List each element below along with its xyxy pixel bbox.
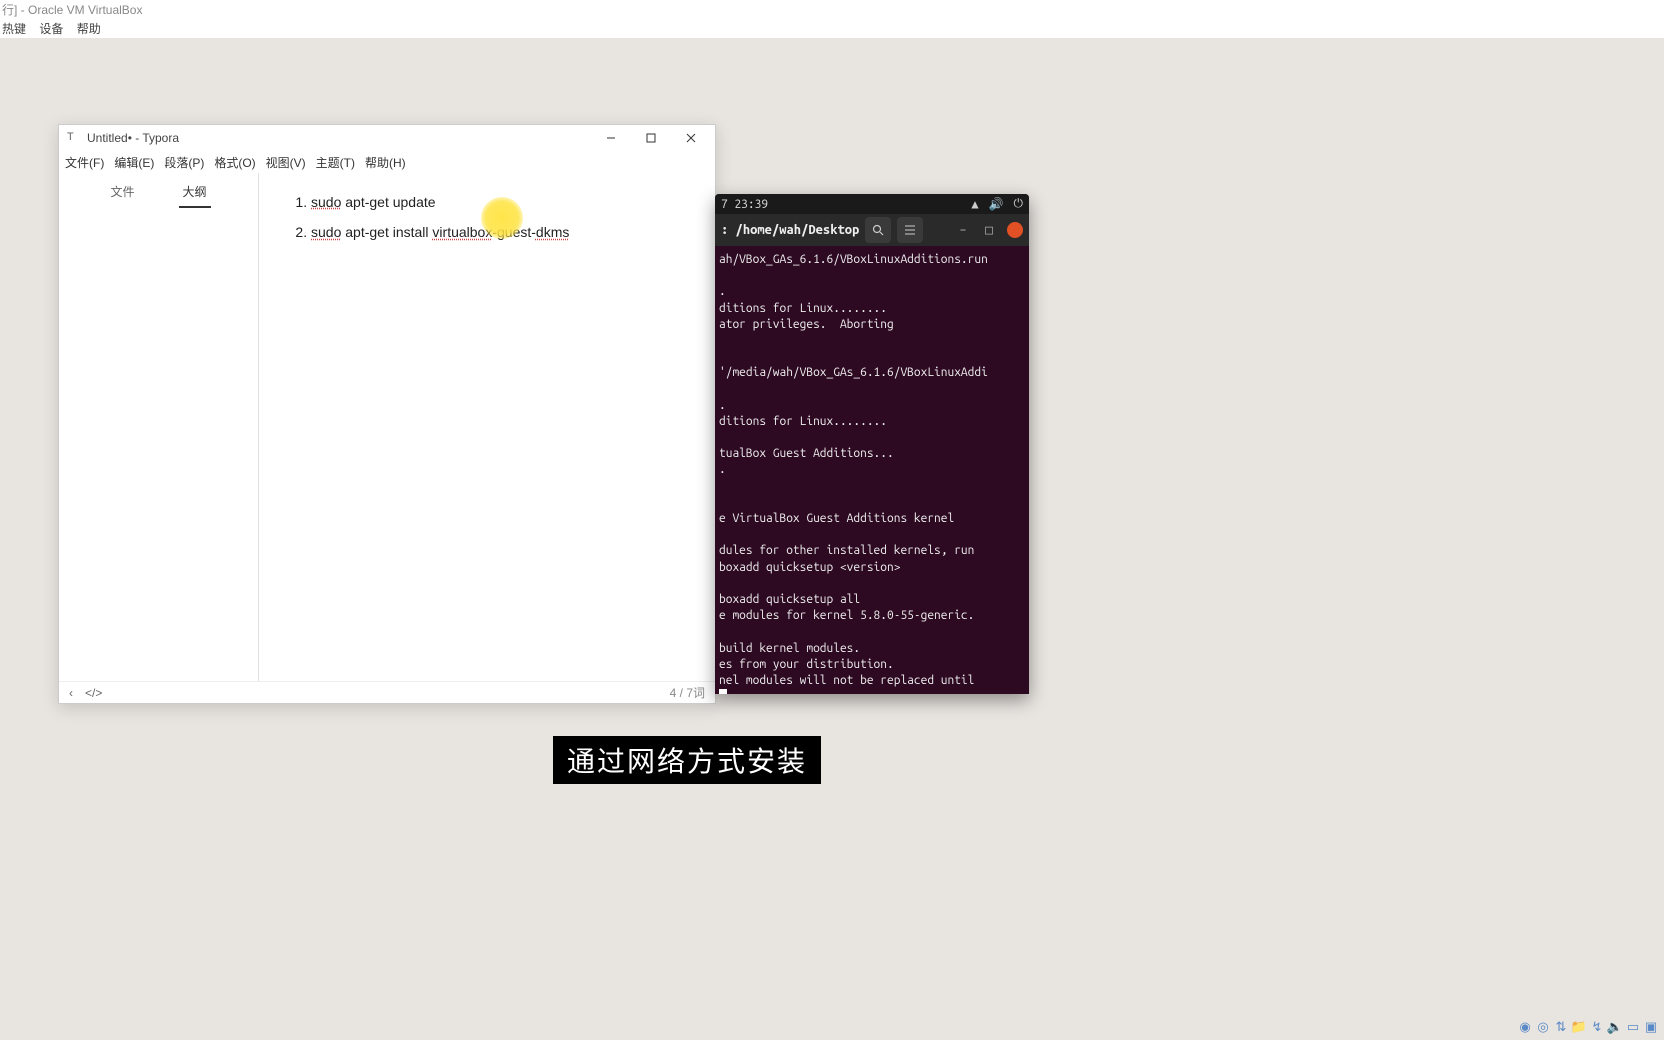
vb-menu-help[interactable]: 帮助 <box>77 22 101 36</box>
typora-captionbar[interactable]: T Untitled• - Typora <box>59 125 715 151</box>
menu-theme[interactable]: 主题(T) <box>316 154 355 171</box>
status-back-button[interactable]: ‹ <box>69 686 73 700</box>
term-line: e modules for kernel 5.8.0-55-generic. <box>719 609 974 622</box>
tray-usb-icon[interactable]: ⇅ <box>1554 1020 1568 1034</box>
term-line: ah/VBox_GAs_6.1.6/VBoxLinuxAdditions.run <box>719 253 988 266</box>
term-line: boxadd quicksetup <version> <box>719 561 900 574</box>
typora-title: Untitled• - Typora <box>87 131 179 145</box>
search-button[interactable] <box>865 217 891 243</box>
volume-icon[interactable]: 🔊 <box>989 197 1004 211</box>
code-text: sudo <box>311 224 341 240</box>
typora-sidepanel: 文件 大纲 <box>59 173 259 681</box>
term-close[interactable] <box>1007 222 1023 238</box>
term-line: build kernel modules. <box>719 642 860 655</box>
vb-menu-devices[interactable]: 设备 <box>39 22 63 36</box>
tray-disc-icon[interactable]: ◉ <box>1518 1020 1532 1034</box>
tab-file[interactable]: 文件 <box>106 179 138 208</box>
terminal-output[interactable]: ah/VBox_GAs_6.1.6/VBoxLinuxAdditions.run… <box>715 246 1029 694</box>
typora-menubar: 文件(F) 编辑(E) 段落(P) 格式(O) 视图(V) 主题(T) 帮助(H… <box>59 151 715 173</box>
power-icon[interactable]: ⏻ <box>1014 197 1024 211</box>
term-line: ator privileges. Aborting <box>719 318 894 331</box>
tray-capture-icon[interactable]: ▣ <box>1644 1020 1658 1034</box>
menu-format[interactable]: 格式(O) <box>214 154 255 171</box>
term-line: . <box>719 285 726 298</box>
menu-file[interactable]: 文件(F) <box>65 154 104 171</box>
status-source-button[interactable]: </> <box>85 686 102 700</box>
term-line: . <box>719 463 726 476</box>
menu-edit[interactable]: 编辑(E) <box>114 154 154 171</box>
terminal-window: 7 23:39 ▲ 🔊 ⏻ : /home/wah/Desktop – □ ah… <box>715 194 1029 694</box>
typora-statusbar: ‹ </> 4 / 7词 <box>59 681 715 703</box>
term-line: ditions for Linux........ <box>719 415 887 428</box>
typora-app-icon: T <box>67 131 81 145</box>
menu-view[interactable]: 视图(V) <box>266 154 306 171</box>
code-text: virtualbox <box>432 224 492 240</box>
terminal-header[interactable]: : /home/wah/Desktop – □ <box>715 214 1029 246</box>
terminal-title: : /home/wah/Desktop <box>721 223 859 237</box>
term-line: tualBox Guest Additions... <box>719 447 894 460</box>
code-text: sudo <box>311 194 341 210</box>
subtitle-text: 通过网络方式安装 <box>553 736 821 784</box>
clock-text: 7 23:39 <box>721 198 768 211</box>
term-line: nel modules will not be replaced until <box>719 674 974 687</box>
gnome-topbar: 7 23:39 ▲ 🔊 ⏻ <box>715 194 1029 214</box>
term-maximize[interactable]: □ <box>979 223 999 238</box>
code-text: dkms <box>536 224 569 240</box>
term-line: e VirtualBox Guest Additions kernel <box>719 512 954 525</box>
tray-display-icon[interactable]: ▭ <box>1626 1020 1640 1034</box>
maximize-button[interactable] <box>631 125 671 151</box>
term-line: es from your distribution. <box>719 658 894 671</box>
virtualbox-tray: ◉ ◎ ⇅ 📁 ↯ 🔈 ▭ ▣ <box>1518 1020 1658 1034</box>
tab-outline[interactable]: 大纲 <box>179 179 211 208</box>
close-button[interactable] <box>671 125 711 151</box>
code-text: apt-get update <box>341 194 435 210</box>
menu-para[interactable]: 段落(P) <box>164 154 204 171</box>
virtualbox-menubar: 热键 设备 帮助 <box>0 20 1664 38</box>
typora-window: T Untitled• - Typora 文件(F) 编辑(E) 段落(P) 格… <box>58 124 716 704</box>
term-line: ditions for Linux........ <box>719 302 887 315</box>
vb-menu-hotkey[interactable]: 热键 <box>2 22 26 36</box>
tray-folder-icon[interactable]: 📁 <box>1572 1020 1586 1034</box>
term-line: '/media/wah/VBox_GAs_6.1.6/VBoxLinuxAddi <box>719 366 988 379</box>
tray-net-icon[interactable]: ↯ <box>1590 1020 1604 1034</box>
term-minimize[interactable]: – <box>953 223 973 237</box>
typora-editor[interactable]: sudo apt-get update sudo apt-get install… <box>259 173 715 681</box>
menu-help[interactable]: 帮助(H) <box>365 154 406 171</box>
list-item[interactable]: sudo apt-get update <box>311 191 687 213</box>
term-line: . <box>719 399 726 412</box>
list-item[interactable]: sudo apt-get install virtualbox-guest-dk… <box>311 221 687 243</box>
word-count: 4 / 7词 <box>670 684 705 701</box>
minimize-button[interactable] <box>591 125 631 151</box>
tray-optical-icon[interactable]: ◎ <box>1536 1020 1550 1034</box>
network-icon[interactable]: ▲ <box>971 197 978 211</box>
virtualbox-titlebar: 行] - Oracle VM VirtualBox <box>0 0 1664 20</box>
term-line: boxadd quicksetup all <box>719 593 860 606</box>
tray-audio-icon[interactable]: 🔈 <box>1608 1020 1622 1034</box>
terminal-cursor <box>719 689 727 694</box>
hamburger-button[interactable] <box>897 217 923 243</box>
virtualbox-title: 行] - Oracle VM VirtualBox <box>2 3 143 17</box>
term-line: dules for other installed kernels, run <box>719 544 974 557</box>
code-text: -guest- <box>492 224 536 240</box>
code-text: apt-get install <box>341 224 432 240</box>
